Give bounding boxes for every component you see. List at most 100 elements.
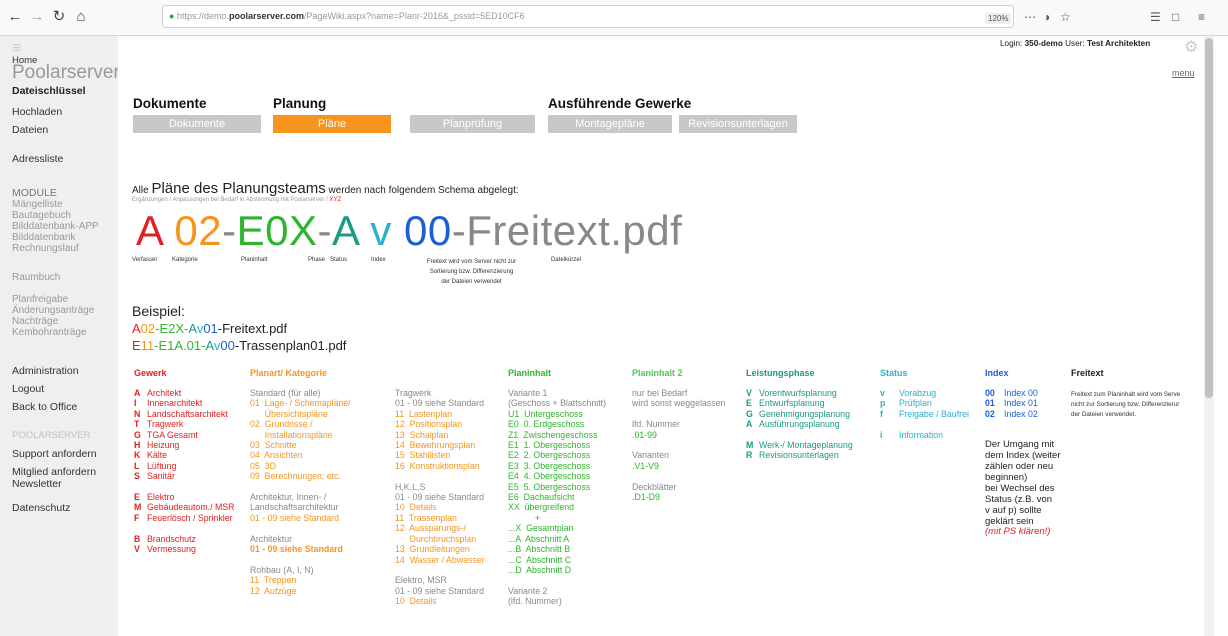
col-planinhalt-head: Planinhalt	[508, 368, 552, 378]
sidebar-item-home[interactable]: Home	[12, 55, 37, 66]
ex-part: 01	[203, 321, 218, 336]
col-freitext-head: Freitext	[1071, 368, 1104, 378]
scrollbar-thumb[interactable]	[1205, 38, 1213, 398]
sidebar-item-datenschutz[interactable]: Datenschutz	[12, 502, 70, 514]
list-item: ...D Abschnitt D	[508, 564, 572, 575]
list-item: Elektro, MSR	[395, 575, 447, 586]
sidebar-item-dateien[interactable]: Dateien	[12, 124, 48, 136]
sidebar-item-support[interactable]: Support anfordern	[12, 448, 97, 460]
sidebar-item-newsletter[interactable]: Newsletter	[12, 478, 62, 490]
list-item	[395, 471, 485, 481]
hamburger-menu-icon[interactable]: ≡	[1198, 10, 1205, 24]
list-item: L Lüftung	[134, 461, 235, 471]
ex-part: 02	[140, 321, 156, 336]
item-label: Index 02	[1004, 408, 1038, 419]
sidebar-item-nachtraege[interactable]: Nachträge	[12, 316, 58, 327]
intro-rest: werden nach folgendem Schema abgelegt:	[328, 185, 519, 196]
list-item	[134, 523, 235, 533]
list-item: 09 Berechnungen; etc.	[250, 471, 341, 482]
col-status: v Vorabzug p Prüfplan f Freigabe / Baufrei i I…	[880, 388, 969, 440]
col-freitext: Freitext zum Planinhalt wird vom Serve ni…	[1071, 390, 1180, 420]
scrollbar[interactable]	[1204, 36, 1214, 636]
list-item: Rohbau (A, I, N)	[250, 564, 314, 575]
sidebar-item-bilddatenbank[interactable]: Bilddatenbank	[12, 232, 75, 243]
tab-plaene[interactable]: Pläne	[273, 115, 391, 133]
sidebar-item-dateischluessel[interactable]: Dateischlüssel	[12, 85, 86, 97]
sidebar-item-back-to-office[interactable]: Back to Office	[12, 401, 77, 413]
item-code: V	[134, 544, 140, 555]
sidebar-item-bautagebuch[interactable]: Bautagebuch	[12, 210, 71, 221]
library-icon[interactable]: ☰	[1150, 10, 1161, 24]
zoom-level[interactable]: 120%	[985, 13, 1012, 24]
back-arrow-icon[interactable]: ←	[4, 6, 26, 28]
item-code: E	[746, 398, 752, 409]
gear-icon[interactable]: ⚙	[1184, 37, 1198, 57]
sidebar-item-rechnungslauf[interactable]: Rechnungslauf	[12, 243, 79, 254]
menu-link[interactable]: menu	[1172, 68, 1195, 78]
item-label: Werk-/ Montageplanung	[759, 440, 853, 451]
index-note-line: v auf p) sollte	[985, 505, 1042, 517]
schema-phase: A	[331, 207, 359, 254]
index-note-line: Status (z.B. von	[985, 494, 1053, 506]
list-item: p Prüfplan	[880, 398, 969, 408]
freitext-line: nicht zur Sortierung bzw. Differenzierur	[1071, 401, 1180, 408]
col-index: 00 Index 00 01 Index 01 02 Index 02 Der Umgan…	[985, 388, 1061, 538]
tab-revisionsunterlagen[interactable]: Revisionsunterlagen	[679, 115, 797, 133]
item-label: Index 00	[1004, 388, 1038, 398]
label-freitext: Freitext wird vom Server nicht zur Sortie…	[409, 257, 534, 287]
sidebar-item-mitglied[interactable]: Mitglied anfordern	[12, 466, 96, 478]
sidebar-item-hochladen[interactable]: Hochladen	[12, 106, 62, 118]
sidebar-item-adressliste[interactable]: Adressliste	[12, 153, 63, 165]
sidebar-item-maengelliste[interactable]: Mängelliste	[12, 199, 63, 210]
address-bar[interactable]: ● https://demo.poolarserver.com/PageWiki…	[162, 5, 1014, 28]
schema-planinhalt: E0X	[236, 207, 318, 254]
example-2: E11-E1A.01-Av00-Trassenplan01.pdf	[132, 338, 346, 353]
pocket-icon[interactable]: ◑	[1043, 10, 1050, 24]
item-code: f	[880, 408, 883, 419]
browser-window: ← → ↻ ⌂ ● https://demo.poolarserver.com/…	[0, 0, 1228, 636]
item-label: Feuerlösch / Sprinkler	[147, 512, 233, 523]
list-item: Standard (für alle)	[250, 388, 321, 398]
list-item: N Landschaftsarchitekt	[134, 409, 235, 419]
sidebar-item-logout[interactable]: Logout	[12, 383, 44, 395]
item-code: M	[134, 502, 142, 513]
list-item	[250, 555, 351, 565]
intro-subtext: Ergänzungen / Anpassungen bei Bedarf in …	[132, 197, 341, 203]
list-item: K Kälte	[134, 450, 235, 460]
list-item: 11 Treppen	[250, 575, 297, 586]
ex-part: 00	[220, 338, 235, 353]
schema-index: 00	[404, 207, 452, 254]
sidebar-toggle-icon[interactable]: □	[1172, 10, 1179, 24]
tab-planpruefung[interactable]: Planprüfung	[410, 115, 535, 133]
list-item: G TGA Gesamt	[134, 430, 235, 440]
sidebar-item-bilddatenbank-app[interactable]: Bilddatenbank-APP	[12, 221, 99, 232]
page-actions-icon[interactable]: ⋯	[1024, 10, 1036, 24]
sidebar-item-kembohrantraege[interactable]: Kembohranträge	[12, 327, 87, 338]
bookmark-star-icon[interactable]: ☆	[1060, 10, 1071, 24]
sidebar-item-aenderungsantraege[interactable]: Änderungsanträge	[12, 305, 94, 316]
list-item: U1 Untergeschoss	[508, 408, 583, 419]
list-item: 03 Schnitte	[250, 440, 297, 451]
item-code: R	[746, 450, 753, 461]
reload-icon[interactable]: ↻	[48, 6, 70, 28]
list-item: Architektur	[250, 533, 293, 544]
home-icon[interactable]: ⌂	[70, 6, 92, 28]
col-status-head: Status	[880, 368, 908, 378]
list-item: M Gebäudeautom./ MSR	[134, 502, 235, 512]
ex-part: A	[132, 321, 141, 336]
label-verfasser: Verfasser	[132, 257, 158, 263]
item-label: Sanitär	[147, 471, 175, 482]
tab-dokumente[interactable]: Dokumente	[133, 115, 261, 133]
col-tragwerk: Tragwerk 01 - 09 siehe Standard 11 Lastenp…	[395, 388, 485, 607]
list-item: 02 Grundrisse /	[250, 419, 313, 430]
label-kategorie: Kategorie	[172, 257, 198, 263]
ex-part: -Freitext.pdf	[217, 321, 288, 336]
tab-montageplaene[interactable]: Montagepläne	[548, 115, 672, 133]
item-label: Index 01	[1004, 398, 1038, 409]
sidebar-item-administration[interactable]: Administration	[12, 365, 79, 377]
sidebar-item-raumbuch[interactable]: Raumbuch	[12, 272, 60, 283]
forward-arrow-icon[interactable]: →	[26, 6, 48, 28]
sidebar-item-planfreigabe[interactable]: Planfreigabe	[12, 294, 68, 305]
list-item: +	[508, 512, 541, 523]
schema-status: v	[370, 207, 392, 254]
